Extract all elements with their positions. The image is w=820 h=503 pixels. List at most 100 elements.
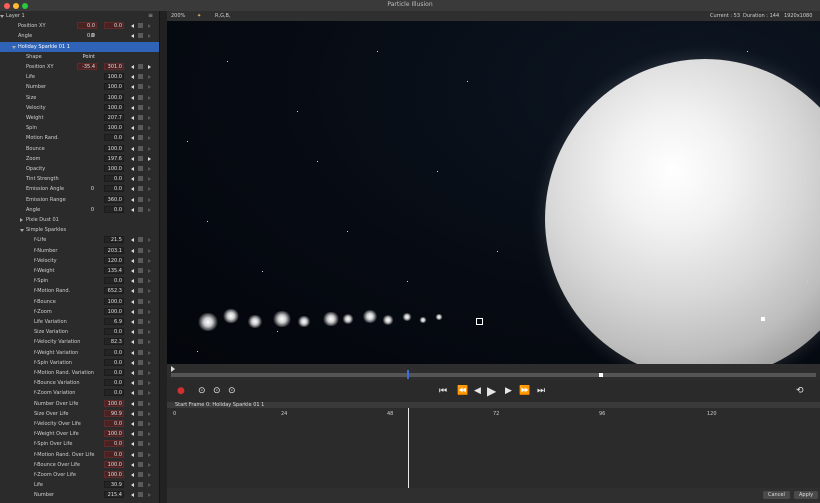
- param-row[interactable]: Emission Angle 0 0.0: [0, 184, 159, 194]
- param-value[interactable]: 0.0: [102, 133, 122, 143]
- disclosure-open-icon[interactable]: [20, 229, 24, 233]
- previous-keyframe-icon[interactable]: [131, 391, 134, 396]
- param-row[interactable]: f-Motion Rand. 652.3: [0, 286, 159, 296]
- param-row[interactable]: Zoom 197.6: [0, 154, 159, 164]
- param-row[interactable]: f-Number 203.1: [0, 246, 159, 256]
- param-value[interactable]: 207.7: [102, 113, 122, 123]
- next-keyframe-icon[interactable]: [148, 258, 151, 263]
- keyframe-toggle-icon[interactable]: [138, 104, 143, 110]
- previous-keyframe-icon[interactable]: [131, 401, 134, 406]
- keyframe-toggle-icon[interactable]: [138, 155, 143, 161]
- next-keyframe-icon[interactable]: [148, 85, 151, 90]
- next-keyframe-icon[interactable]: [148, 411, 151, 416]
- param-value[interactable]: 100.0: [102, 103, 122, 113]
- next-keyframe-icon[interactable]: [148, 320, 151, 324]
- param-row[interactable]: Layer 1: [0, 11, 159, 21]
- param-value[interactable]: 100.0: [102, 72, 122, 82]
- keyframe-toggle-icon[interactable]: [138, 74, 143, 80]
- emitter-tool-icon[interactable]: ⊙: [198, 380, 206, 402]
- previous-keyframe-icon[interactable]: [131, 197, 134, 202]
- param-row[interactable]: Spin 100.0: [0, 123, 159, 133]
- param-value[interactable]: 100.0: [102, 460, 122, 470]
- next-keyframe-icon[interactable]: [148, 391, 151, 396]
- next-keyframe-icon[interactable]: [148, 422, 151, 426]
- previous-keyframe-icon[interactable]: [131, 248, 134, 253]
- keyframe-toggle-icon[interactable]: [138, 94, 143, 100]
- previous-keyframe-icon[interactable]: [131, 167, 134, 171]
- next-keyframe-icon[interactable]: [148, 177, 151, 182]
- next-keyframe-icon[interactable]: [148, 75, 151, 80]
- next-keyframe-icon[interactable]: [148, 146, 151, 151]
- previous-keyframe-icon[interactable]: [131, 422, 134, 426]
- go-to-end-icon[interactable]: ⏭: [537, 380, 545, 402]
- previous-keyframe-icon[interactable]: [131, 360, 134, 365]
- next-keyframe-icon[interactable]: [148, 269, 151, 273]
- param-value[interactable]: 301.0: [102, 62, 122, 72]
- next-keyframe-icon[interactable]: [148, 248, 151, 253]
- param-value[interactable]: 100.0: [102, 470, 122, 480]
- keyframe-toggle-icon[interactable]: [138, 461, 143, 467]
- previous-keyframe-icon[interactable]: [131, 320, 134, 324]
- next-keyframe-icon[interactable]: [148, 473, 151, 477]
- next-keyframe-icon[interactable]: [148, 340, 151, 345]
- param-value[interactable]: 360.0: [102, 195, 122, 205]
- param-row[interactable]: Emission Range 360.0: [0, 195, 159, 205]
- previous-keyframe-icon[interactable]: [131, 432, 134, 437]
- next-keyframe-icon[interactable]: [148, 442, 151, 447]
- param-value-secondary[interactable]: 0: [74, 205, 94, 215]
- previous-keyframe-icon[interactable]: [131, 105, 134, 110]
- param-row[interactable]: f-Life 21.5: [0, 235, 159, 245]
- previous-keyframe-icon[interactable]: [131, 269, 134, 273]
- keyframe-toggle-icon[interactable]: [138, 23, 143, 29]
- next-keyframe-icon[interactable]: [148, 493, 151, 498]
- keyframe-toggle-icon[interactable]: [138, 431, 143, 437]
- param-row[interactable]: Tint Strength 0.0: [0, 174, 159, 184]
- keyframe-toggle-icon[interactable]: [138, 370, 143, 375]
- param-row[interactable]: f-Velocity 120.0: [0, 256, 159, 266]
- param-value[interactable]: 215.4: [102, 490, 122, 500]
- previous-keyframe-icon[interactable]: [131, 371, 134, 375]
- keyframe-toggle-icon[interactable]: [138, 145, 143, 151]
- disclosure-open-icon[interactable]: [12, 45, 16, 49]
- previous-keyframe-icon[interactable]: [131, 177, 134, 182]
- param-row[interactable]: f-Zoom Over Life 100.0: [0, 470, 159, 480]
- param-value[interactable]: 0.0: [102, 388, 122, 398]
- keyframe-toggle-icon[interactable]: [138, 400, 143, 406]
- in-point-marker[interactable]: [171, 366, 175, 372]
- playhead-marker[interactable]: [407, 370, 409, 379]
- previous-keyframe-icon[interactable]: [131, 146, 134, 151]
- previous-keyframe-icon[interactable]: [131, 238, 134, 243]
- next-keyframe-icon[interactable]: [148, 136, 151, 141]
- next-keyframe-icon[interactable]: [148, 299, 151, 304]
- param-value[interactable]: 100.0: [102, 82, 122, 92]
- keyframe-toggle-icon[interactable]: [138, 410, 143, 416]
- cancel-button[interactable]: Cancel: [763, 491, 790, 499]
- out-point-marker[interactable]: [599, 373, 603, 377]
- next-keyframe-icon[interactable]: [148, 360, 151, 365]
- next-keyframe-icon[interactable]: [148, 126, 151, 131]
- previous-keyframe-icon[interactable]: [131, 442, 134, 447]
- param-row[interactable]: f-Bounce Over Life 100.0: [0, 460, 159, 470]
- previous-keyframe-icon[interactable]: [131, 473, 134, 477]
- previous-keyframe-icon[interactable]: [131, 65, 134, 69]
- param-row[interactable]: Simple Sparkles: [0, 225, 159, 235]
- next-keyframe-icon[interactable]: [148, 483, 151, 488]
- param-value[interactable]: 21.5: [102, 235, 122, 245]
- param-value[interactable]: 100.0: [102, 429, 122, 439]
- keyframe-toggle-icon[interactable]: [138, 319, 143, 324]
- previous-keyframe-icon[interactable]: [131, 136, 134, 141]
- param-row[interactable]: Number 215.4: [0, 490, 159, 500]
- previous-keyframe-icon[interactable]: [131, 340, 134, 345]
- param-value[interactable]: 0.0: [102, 368, 122, 378]
- param-row[interactable]: f-Motion Rand. Variation 0.0: [0, 368, 159, 378]
- previous-keyframe-icon[interactable]: [131, 452, 134, 457]
- previous-keyframe-icon[interactable]: [131, 207, 134, 212]
- param-value[interactable]: 0.0: [102, 378, 122, 388]
- param-value[interactable]: 0.0: [102, 450, 122, 460]
- step-back-icon[interactable]: ◀: [474, 380, 481, 402]
- previous-keyframe-icon[interactable]: [131, 411, 134, 416]
- param-row[interactable]: Number 100.0: [0, 82, 159, 92]
- keyframe-toggle-icon[interactable]: [138, 268, 143, 273]
- disclosure-closed-icon[interactable]: [20, 218, 23, 222]
- param-value-x[interactable]: Point: [75, 52, 95, 62]
